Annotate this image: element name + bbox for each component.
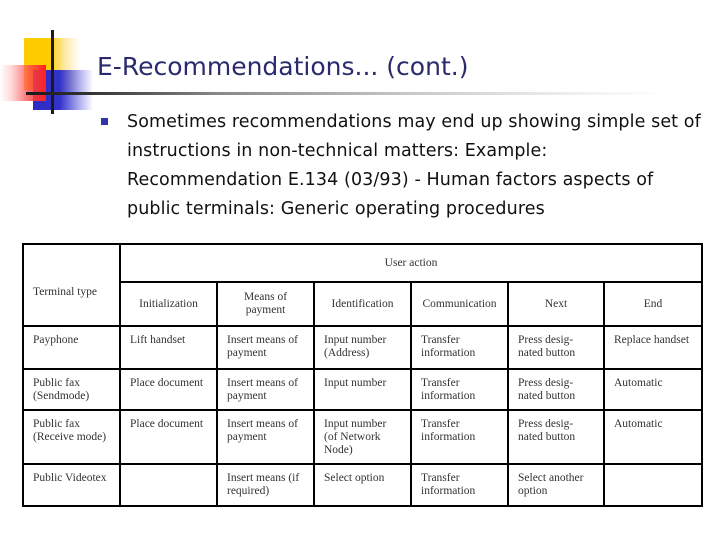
cell: Insert means (if required) xyxy=(216,463,315,507)
cell: Automatic xyxy=(602,367,704,412)
header-terminal-type: Terminal type xyxy=(22,242,121,328)
cell-terminal: Public fax (Sendmode) xyxy=(22,367,121,412)
cell: Automatic xyxy=(602,409,704,466)
header-next: Next xyxy=(507,281,605,328)
cell: Select another option xyxy=(507,463,605,507)
cell xyxy=(602,463,704,507)
cell: Input number (of Network Node) xyxy=(313,409,412,466)
header-identification: Identification xyxy=(313,281,412,328)
table-row: Payphone Lift handset Insert means of pa… xyxy=(22,325,704,370)
cell: Place document xyxy=(119,367,218,412)
table-row: Public fax (Sendmode) Place document Ins… xyxy=(22,367,704,412)
title-underline xyxy=(26,92,666,95)
cell: Transfer information xyxy=(410,409,509,466)
cell: Place document xyxy=(119,409,218,466)
cell: Press desig-nated button xyxy=(507,409,605,466)
cell-terminal: Payphone xyxy=(22,325,121,370)
cell: Press desig-nated button xyxy=(507,367,605,412)
cell-terminal: Public fax (Receive mode) xyxy=(22,409,121,466)
table-row: Public Videotex Insert means (if require… xyxy=(22,463,704,507)
cell-terminal: Public Videotex xyxy=(22,463,121,507)
cell: Transfer information xyxy=(410,463,509,507)
cell: Lift handset xyxy=(119,325,218,370)
cell: Press desig-nated button xyxy=(507,325,605,370)
header-means-of-payment: Means of payment xyxy=(216,281,315,328)
decor-red-square xyxy=(0,65,46,101)
cell: Select option xyxy=(313,463,412,507)
cell: Insert means of payment xyxy=(216,367,315,412)
cell: Input number xyxy=(313,367,412,412)
cell: Transfer information xyxy=(410,325,509,370)
terminal-procedures-table: Terminal type User action Initialization… xyxy=(22,242,704,507)
header-initialization: Initialization xyxy=(119,281,218,328)
cell: Input number (Address) xyxy=(313,325,412,370)
slide-title: E-Recommendations... (cont.) xyxy=(97,52,469,81)
cell: Transfer information xyxy=(410,367,509,412)
table-row: Public fax (Receive mode) Place document… xyxy=(22,409,704,466)
bullet-text: Sometimes recommendations may end up sho… xyxy=(127,112,701,219)
cell: Insert means of payment xyxy=(216,409,315,466)
header-user-action: User action xyxy=(118,242,704,284)
cell: Insert means of payment xyxy=(216,325,315,370)
header-communication: Communication xyxy=(410,281,509,328)
cell: Replace handset xyxy=(602,325,704,370)
decor-vertical-line xyxy=(51,30,54,114)
cell xyxy=(119,463,218,507)
bullet-square-icon xyxy=(101,118,108,125)
header-end: End xyxy=(602,281,704,328)
